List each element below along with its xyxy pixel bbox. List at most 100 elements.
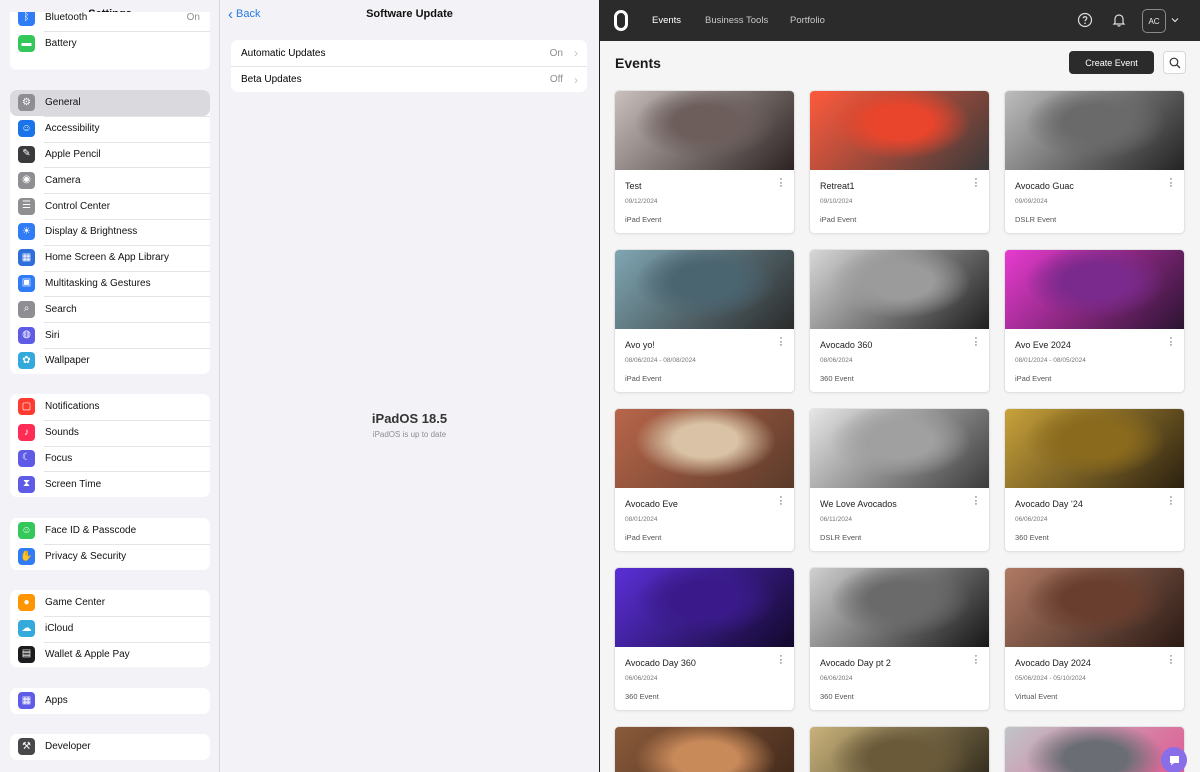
settings-group: ☺ Face ID & Passcode ✋ Privacy & Security bbox=[10, 518, 210, 570]
settings-item-apps[interactable]: ▦ Apps bbox=[10, 688, 210, 714]
settings-item-label: Wallpaper bbox=[45, 355, 90, 367]
settings-item-privacy-security[interactable]: ✋ Privacy & Security bbox=[10, 543, 210, 570]
settings-item-label: Notifications bbox=[45, 401, 100, 413]
settings-item-icloud[interactable]: ☁ iCloud bbox=[10, 615, 210, 642]
settings-item-label: Siri bbox=[45, 329, 60, 341]
settings-item-apple-pencil[interactable]: ✎ Apple Pencil bbox=[10, 141, 210, 168]
event-date: 08/06/2024 bbox=[820, 357, 853, 364]
settings-item-notifications[interactable]: ▢ Notifications bbox=[10, 394, 210, 420]
event-type: 360 Event bbox=[820, 692, 854, 701]
settings-item-label: Home Screen & App Library bbox=[45, 252, 169, 264]
beta-updates-value: Off bbox=[549, 74, 563, 85]
screen-time-icon: ⧗ bbox=[18, 475, 35, 493]
settings-item-label: Battery bbox=[45, 38, 77, 50]
events-grid: Test 09/12/2024 iPad Event · · · Retreat1 09/10… bbox=[600, 0, 1200, 772]
settings-group: ● Game Center ☁ iCloud ▤ Wallet & Apple Pay bbox=[10, 590, 210, 668]
events-web-app: Events Business Tools Portfolio AC Event… bbox=[599, 0, 1200, 772]
more-options-icon[interactable]: · · · bbox=[1168, 492, 1174, 510]
event-date: 08/01/2024 - 08/05/2024 bbox=[1015, 357, 1086, 364]
battery-icon: ▬ bbox=[18, 35, 35, 53]
sounds-icon: ♪ bbox=[18, 424, 35, 442]
settings-item-wallpaper[interactable]: ✿ Wallpaper bbox=[10, 347, 210, 374]
event-card[interactable]: Avocado Day 360 06/06/2024 360 Event · · · bbox=[614, 567, 795, 711]
beta-updates-row[interactable]: Beta Updates Off › bbox=[231, 66, 587, 92]
event-date: 09/09/2024 bbox=[1015, 198, 1048, 205]
settings-item-label: Developer bbox=[45, 741, 91, 753]
settings-item-multitasking-gestures[interactable]: ▣ Multitasking & Gestures bbox=[10, 270, 210, 297]
event-card[interactable]: Avocado Day 2024 05/06/2024 - 05/10/2024 V… bbox=[1004, 567, 1185, 711]
settings-item-control-center[interactable]: ☰ Control Center bbox=[10, 193, 210, 219]
more-options-icon[interactable]: · · · bbox=[973, 492, 979, 510]
settings-item-game-center[interactable]: ● Game Center bbox=[10, 590, 210, 616]
more-options-icon[interactable]: · · · bbox=[1168, 333, 1174, 351]
event-date: 09/12/2024 bbox=[625, 198, 658, 205]
event-card[interactable]: Avocado Eve 08/01/2024 iPad Event · · · bbox=[614, 408, 795, 552]
event-card[interactable] bbox=[614, 726, 795, 772]
event-card[interactable]: Avo Eve 2024 08/01/2024 - 08/05/2024 iPad … bbox=[1004, 249, 1185, 393]
event-name: Avocado Day ‘24 bbox=[1015, 499, 1083, 509]
event-type: iPad Event bbox=[820, 215, 857, 224]
event-thumbnail bbox=[810, 727, 989, 772]
brightness-icon: ☀ bbox=[18, 223, 35, 241]
more-options-icon[interactable]: · · · bbox=[973, 333, 979, 351]
settings-item-battery[interactable]: ▬ Battery bbox=[10, 30, 210, 57]
settings-item-bluetooth[interactable]: ᛒ Bluetooth On bbox=[10, 12, 210, 31]
more-options-icon[interactable]: · · · bbox=[778, 174, 784, 192]
event-name: Avocado Day 360 bbox=[625, 658, 696, 668]
settings-group: ⚙ General ☺ Accessibility ✎ Apple Pencil ◉ Came… bbox=[10, 90, 210, 374]
event-type: iPad Event bbox=[625, 533, 662, 542]
event-card[interactable]: Avocado 360 08/06/2024 360 Event · · · bbox=[809, 249, 990, 393]
event-card[interactable]: We Love Avocados 06/11/2024 DSLR Event · · · bbox=[809, 408, 990, 552]
settings-item-face-id-passcode[interactable]: ☺ Face ID & Passcode bbox=[10, 518, 210, 544]
settings-item-display-brightness[interactable]: ☀ Display & Brightness bbox=[10, 218, 210, 245]
settings-item-search[interactable]: ⌕ Search bbox=[10, 296, 210, 322]
event-type: iPad Event bbox=[625, 215, 662, 224]
settings-item-wallet-apple-pay[interactable]: ▤ Wallet & Apple Pay bbox=[10, 641, 210, 668]
event-card[interactable]: Avocado Day ‘24 06/06/2024 360 Event · · · bbox=[1004, 408, 1185, 552]
event-card[interactable]: Avocado Guac 09/09/2024 DSLR Event · · · bbox=[1004, 90, 1185, 234]
settings-item-focus[interactable]: ☾ Focus bbox=[10, 445, 210, 472]
more-options-icon[interactable]: · · · bbox=[778, 333, 784, 351]
more-options-icon[interactable]: · · · bbox=[1168, 174, 1174, 192]
settings-item-label: Bluetooth bbox=[45, 12, 88, 24]
event-type: Virtual Event bbox=[1015, 692, 1058, 701]
event-thumbnail bbox=[1005, 250, 1184, 329]
more-options-icon[interactable]: · · · bbox=[778, 492, 784, 510]
settings-item-accessibility[interactable]: ☺ Accessibility bbox=[10, 115, 210, 142]
more-options-icon[interactable]: · · · bbox=[973, 174, 979, 192]
settings-item-siri[interactable]: ◍ Siri bbox=[10, 322, 210, 348]
settings-item-general[interactable]: ⚙ General bbox=[10, 90, 210, 116]
event-date: 05/06/2024 - 05/10/2024 bbox=[1015, 675, 1086, 682]
more-options-icon[interactable]: · · · bbox=[973, 651, 979, 669]
event-card[interactable] bbox=[809, 726, 990, 772]
event-type: DSLR Event bbox=[820, 533, 862, 542]
settings-item-label: Wallet & Apple Pay bbox=[45, 648, 130, 660]
settings-item-home-screen-app-library[interactable]: ▦ Home Screen & App Library bbox=[10, 244, 210, 271]
update-options-group: Automatic Updates On › Beta Updates Off … bbox=[231, 40, 587, 92]
event-name: We Love Avocados bbox=[820, 499, 897, 509]
event-type: 360 Event bbox=[820, 374, 854, 383]
multitasking-icon: ▣ bbox=[18, 274, 35, 292]
settings-item-camera[interactable]: ◉ Camera bbox=[10, 167, 210, 193]
settings-item-sounds[interactable]: ♪ Sounds bbox=[10, 419, 210, 446]
settings-item-label: Focus bbox=[45, 452, 73, 464]
chat-support-button[interactable] bbox=[1161, 747, 1187, 772]
settings-item-label: Apps bbox=[45, 695, 68, 707]
event-card[interactable]: Test 09/12/2024 iPad Event · · · bbox=[614, 90, 795, 234]
settings-item-label: Display & Brightness bbox=[45, 226, 138, 238]
settings-item-developer[interactable]: ⚒ Developer bbox=[10, 734, 210, 760]
event-card[interactable]: Retreat1 09/10/2024 iPad Event · · · bbox=[809, 90, 990, 234]
camera-icon: ◉ bbox=[18, 171, 35, 189]
settings-item-label: Privacy & Security bbox=[45, 551, 127, 563]
apps-icon: ▦ bbox=[18, 692, 35, 710]
gear-icon: ⚙ bbox=[18, 94, 35, 112]
event-card[interactable]: Avo yo! 08/06/2024 - 08/08/2024 iPad Event… bbox=[614, 249, 795, 393]
event-card[interactable]: Avocado Day pt 2 06/06/2024 360 Event · · · bbox=[809, 567, 990, 711]
event-card[interactable] bbox=[1004, 726, 1185, 772]
more-options-icon[interactable]: · · · bbox=[1168, 651, 1174, 669]
event-type: iPad Event bbox=[625, 374, 662, 383]
more-options-icon[interactable]: · · · bbox=[778, 651, 784, 669]
automatic-updates-row[interactable]: Automatic Updates On › bbox=[231, 40, 587, 66]
event-thumbnail bbox=[615, 568, 794, 647]
settings-item-screen-time[interactable]: ⧗ Screen Time bbox=[10, 471, 210, 497]
